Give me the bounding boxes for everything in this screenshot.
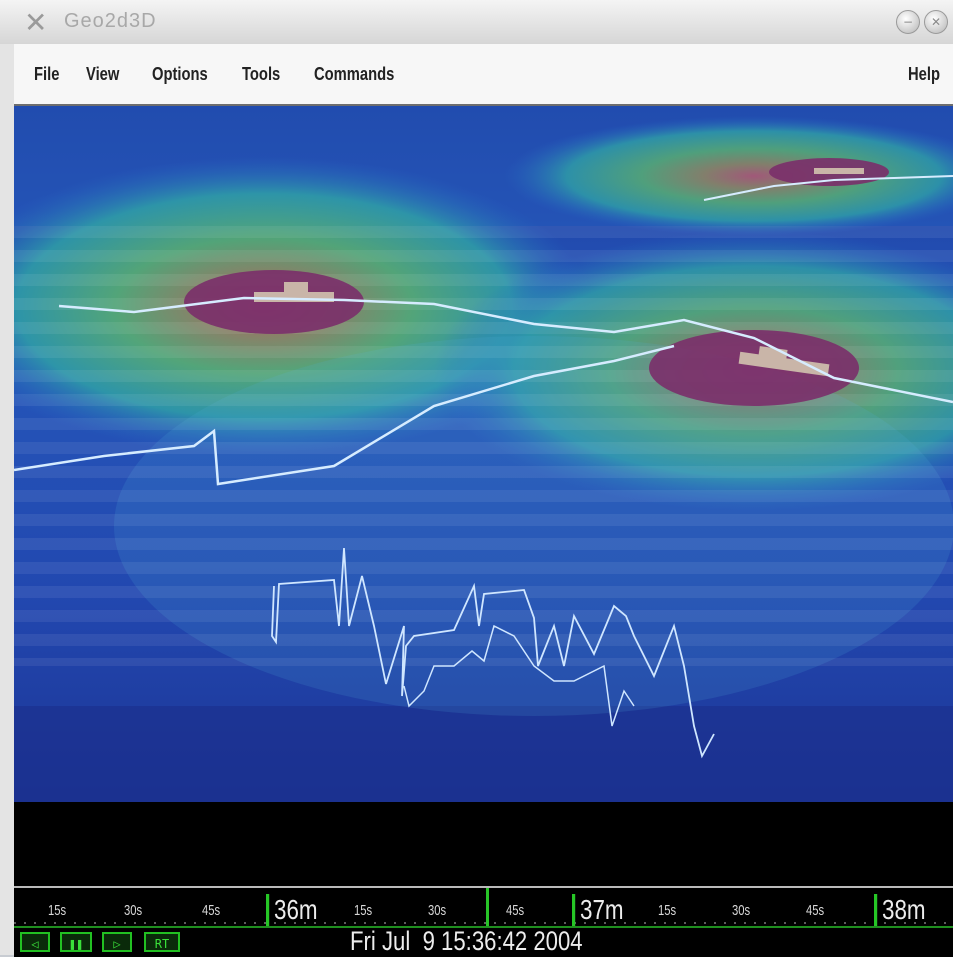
timeline-tick: 30s (428, 902, 447, 919)
realtime-button[interactable]: RT (144, 932, 180, 952)
window-left-border (0, 44, 14, 955)
menu-commands[interactable]: Commands (314, 64, 394, 85)
3d-ocean-viewport[interactable] (14, 106, 953, 802)
window-title: Geo2d3D (64, 10, 157, 32)
timeline-tick: 15s (48, 902, 67, 919)
rewind-button[interactable]: ◁ (20, 932, 50, 952)
menu-help[interactable]: Help (908, 64, 940, 85)
ship-deck-left (284, 282, 308, 292)
app-x-icon: ✕ (24, 6, 48, 39)
ship-hull-far (814, 168, 864, 174)
ship-icon[interactable] (814, 168, 864, 174)
menu-options[interactable]: Options (152, 64, 208, 85)
timeline-major-tick: 38m (874, 894, 926, 926)
close-button[interactable]: ✕ (924, 10, 948, 34)
title-bar[interactable]: ✕ Geo2d3D − ✕ (0, 0, 953, 45)
menu-view[interactable]: View (86, 64, 119, 85)
menu-bar: File View Options Tools Commands Help (14, 44, 953, 106)
minimize-button[interactable]: − (896, 10, 920, 34)
timeline-tick: 15s (658, 902, 677, 919)
timeline-tick: 45s (202, 902, 221, 919)
timeline-bar[interactable]: 15s 30s 45s 36m 15s 30s 45s 37m 15s 30s … (14, 886, 953, 928)
timeline-dotted-scale (14, 922, 953, 924)
timeline-tick: 45s (806, 902, 825, 919)
timeline-major-tick: 36m (266, 894, 318, 926)
timeline-tick: 30s (732, 902, 751, 919)
play-button[interactable]: ▷ (102, 932, 132, 952)
timeline-cursor[interactable] (486, 888, 489, 928)
menu-tools[interactable]: Tools (242, 64, 280, 85)
timeline-major-tick: 37m (572, 894, 624, 926)
viewport-floor (14, 802, 953, 888)
timeline-tick: 30s (124, 902, 143, 919)
app-window: ✕ Geo2d3D − ✕ File View Options Tools Co… (0, 0, 953, 957)
lower-band (14, 706, 953, 802)
pause-button[interactable]: ❚❚ (60, 932, 92, 952)
menu-file[interactable]: File (34, 64, 59, 85)
playback-status-bar: ◁ ❚❚ ▷ RT Fri Jul 9 15:36:42 2004 (14, 926, 953, 957)
timeline-tick: 15s (354, 902, 373, 919)
timeline-tick: 45s (506, 902, 525, 919)
simulation-datetime: Fri Jul 9 15:36:42 2004 (350, 926, 583, 956)
